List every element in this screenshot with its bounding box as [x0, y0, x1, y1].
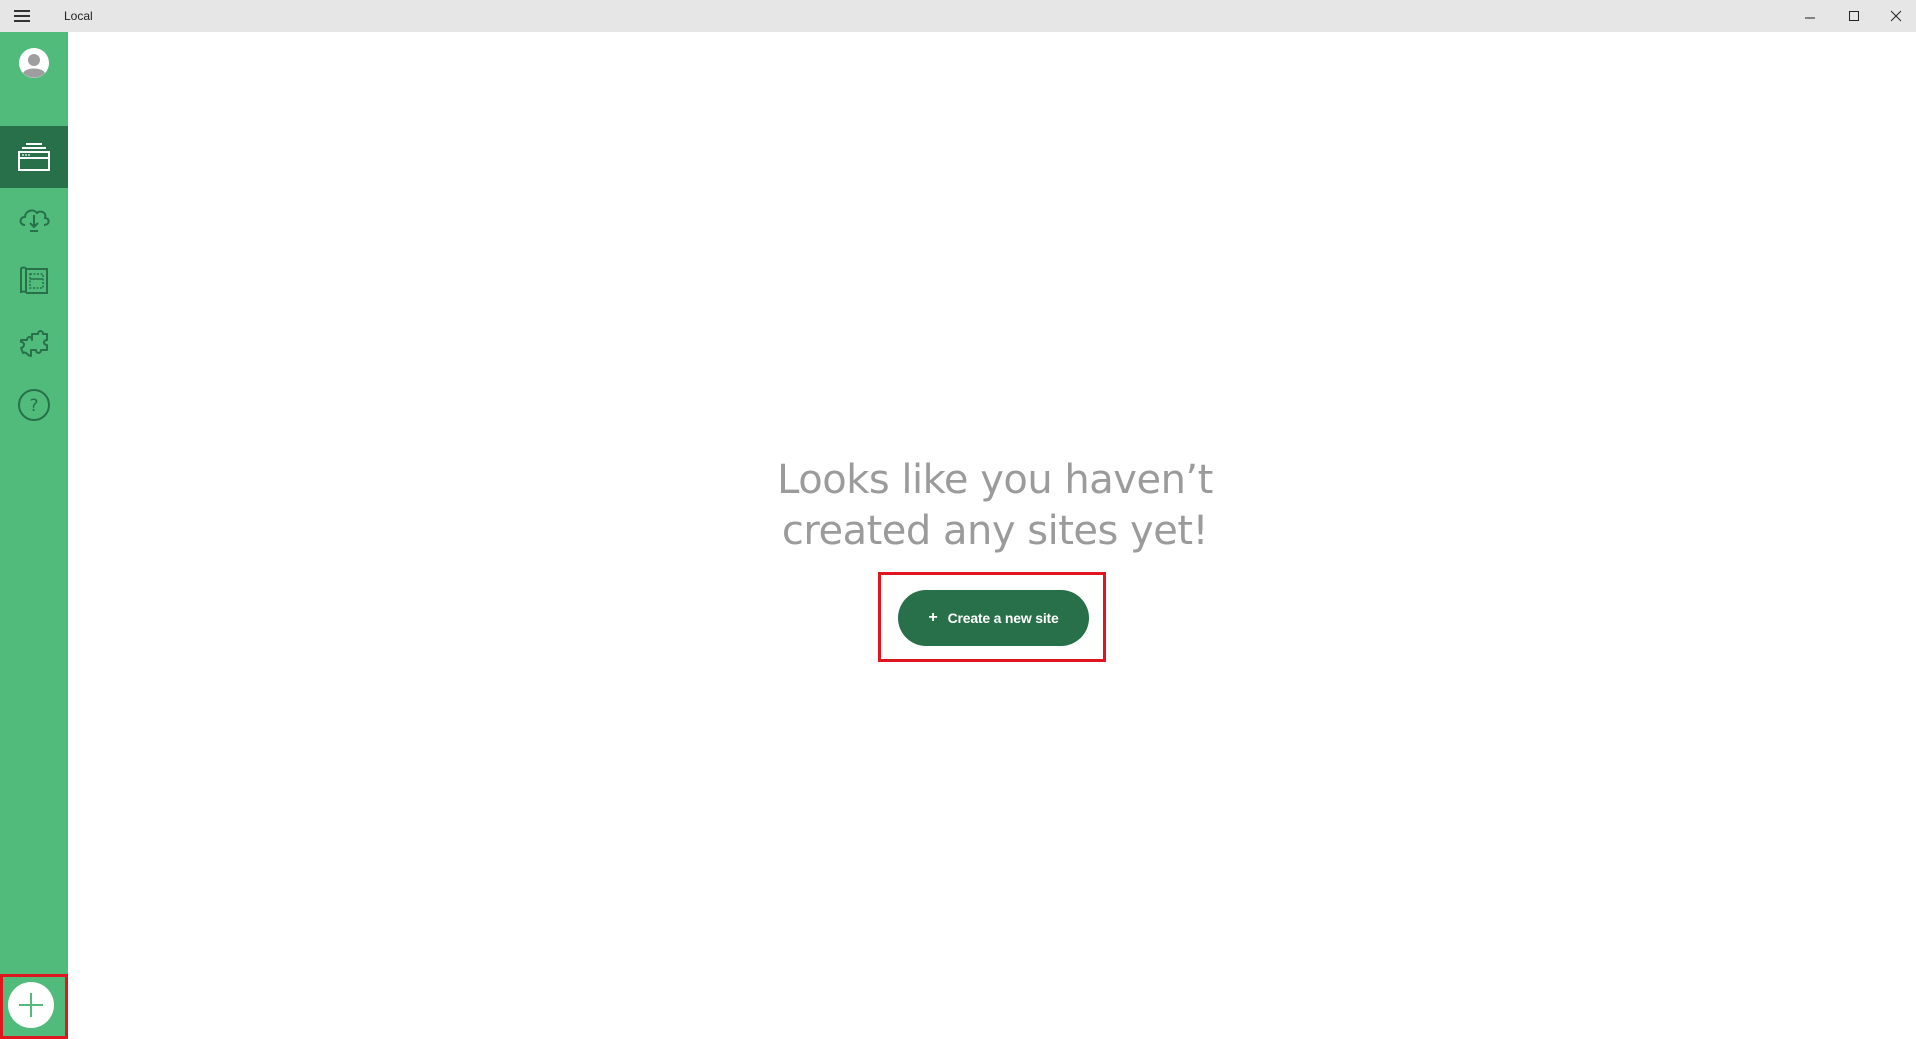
- sidebar: ?: [0, 32, 68, 1039]
- close-button[interactable]: [1874, 0, 1916, 32]
- sidebar-item-local-sites[interactable]: [0, 126, 68, 188]
- empty-state-message: Looks like you haven’t created any sites…: [660, 455, 1330, 557]
- svg-text:?: ?: [29, 396, 38, 416]
- app-title: Local: [64, 9, 93, 23]
- blueprint-icon: [20, 266, 48, 294]
- sidebar-item-add-ons[interactable]: [0, 312, 68, 374]
- add-site-button[interactable]: [8, 982, 54, 1028]
- sites-icon: [18, 143, 50, 171]
- create-site-highlight: + Create a new site: [878, 572, 1106, 662]
- plus-icon: +: [928, 609, 938, 626]
- minimize-button[interactable]: [1788, 0, 1832, 32]
- sidebar-item-help[interactable]: ?: [0, 374, 68, 436]
- empty-state-line-1: Looks like you haven’t: [777, 457, 1213, 503]
- create-new-site-label: Create a new site: [947, 610, 1059, 626]
- create-new-site-button[interactable]: + Create a new site: [898, 590, 1089, 646]
- close-icon: [1890, 10, 1902, 22]
- app-window: Local ? Looks like you haven’t created a…: [0, 0, 1916, 1039]
- title-bar: Local: [0, 0, 1916, 32]
- minimize-icon: [1805, 17, 1815, 19]
- avatar-icon: [19, 48, 49, 78]
- puzzle-icon: [20, 330, 48, 357]
- empty-state-line-2: created any sites yet!: [781, 508, 1209, 554]
- add-site-highlight: [0, 974, 68, 1039]
- maximize-icon: [1849, 11, 1859, 21]
- hamburger-menu-icon[interactable]: [14, 10, 30, 22]
- maximize-button[interactable]: [1832, 0, 1876, 32]
- sidebar-item-connect[interactable]: [0, 188, 68, 250]
- sidebar-item-blueprints[interactable]: [0, 250, 68, 312]
- help-icon: ?: [18, 389, 50, 421]
- cloud-connect-icon: [19, 209, 50, 232]
- plus-icon: [19, 993, 43, 1017]
- sidebar-item-profile[interactable]: [0, 32, 68, 94]
